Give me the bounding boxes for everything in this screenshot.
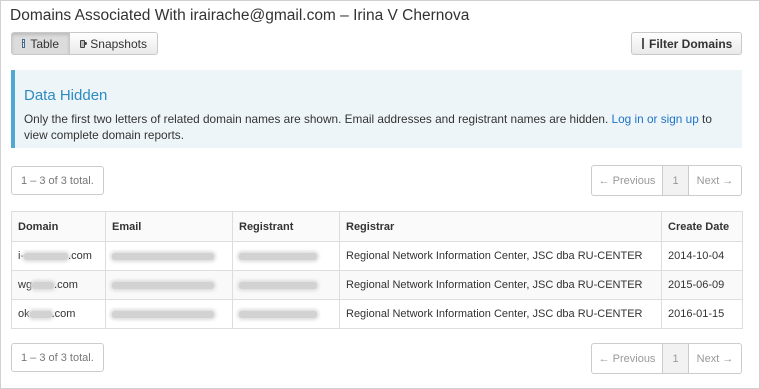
- filter-domains-label: Filter Domains: [649, 36, 733, 51]
- results-count-bottom: 1 – 3 of 3 total.: [11, 343, 104, 372]
- column-header-email[interactable]: Email: [105, 211, 233, 242]
- create-date-cell: 2015-06-09: [661, 270, 743, 300]
- domain-suffix: .com: [54, 279, 78, 291]
- domains-table: Domain Email Registrant Registrar Create…: [11, 211, 743, 329]
- redacted-registrant: [239, 310, 317, 318]
- page-number-button[interactable]: 1: [663, 165, 689, 196]
- table-header-row: Domain Email Registrant Registrar Create…: [11, 211, 743, 242]
- domain-prefix: ok: [18, 308, 30, 320]
- redacted-registrant: [239, 281, 317, 289]
- pagination-top: ← Previous 1 Next →: [591, 165, 742, 196]
- filter-domains-button[interactable]: Filter Domains: [631, 32, 742, 55]
- domain-suffix: .com: [68, 250, 92, 262]
- previous-page-button[interactable]: ← Previous: [591, 165, 663, 196]
- alert-body: Only the first two letters of related do…: [24, 111, 714, 143]
- create-date-cell: 2016-01-15: [661, 299, 743, 329]
- redacted-email: [112, 252, 214, 260]
- page-title: Domains Associated With irairache@gmail.…: [10, 7, 470, 24]
- redacted-domain: [29, 310, 52, 318]
- domain-cell[interactable]: wg .com: [11, 270, 106, 300]
- domain-prefix: wg: [18, 279, 33, 291]
- snapshots-view-label: Snapshots: [90, 36, 147, 51]
- registrant-cell: [232, 299, 340, 329]
- snapshots-view-button[interactable]: Snapshots: [70, 32, 158, 55]
- redacted-registrant: [239, 252, 317, 260]
- next-page-button[interactable]: Next →: [689, 165, 742, 196]
- table-view-button[interactable]: Table: [11, 32, 70, 55]
- filter-icon: [642, 38, 644, 49]
- column-header-domain[interactable]: Domain: [11, 211, 106, 242]
- email-cell: [105, 299, 233, 329]
- email-cell: [105, 241, 233, 271]
- redacted-email: [112, 281, 214, 289]
- alert-title: Data Hidden: [24, 87, 108, 104]
- table-row: i- .com Regional Network Information Cent…: [11, 241, 743, 271]
- email-cell: [105, 270, 233, 300]
- registrant-cell: [232, 241, 340, 271]
- registrar-cell: Regional Network Information Center, JSC…: [339, 299, 662, 329]
- alert-text-before: Only the first two letters of related do…: [24, 112, 612, 126]
- previous-page-button[interactable]: ← Previous: [591, 343, 663, 374]
- registrar-cell: Regional Network Information Center, JSC…: [339, 241, 662, 271]
- registrar-cell: Regional Network Information Center, JSC…: [339, 270, 662, 300]
- page-number-button[interactable]: 1: [663, 343, 689, 374]
- redacted-email: [112, 310, 214, 318]
- redacted-domain: [24, 252, 69, 260]
- table-view-label: Table: [30, 36, 59, 51]
- pagination-bottom: ← Previous 1 Next →: [591, 343, 742, 374]
- results-count-top: 1 – 3 of 3 total.: [11, 166, 104, 195]
- domain-cell[interactable]: i- .com: [11, 241, 106, 271]
- column-header-registrar[interactable]: Registrar: [339, 211, 662, 242]
- domain-suffix: .com: [51, 308, 76, 320]
- table-row: wg .com Regional Network Information Cent…: [11, 270, 743, 300]
- column-header-create-date[interactable]: Create Date: [661, 211, 743, 242]
- registrant-cell: [232, 270, 340, 300]
- login-signup-link[interactable]: Log in or sign up: [612, 112, 699, 126]
- camera-icon: [80, 39, 88, 48]
- redacted-domain: [32, 281, 55, 289]
- table-row: ok .com Regional Network Information Cent…: [11, 299, 743, 329]
- data-hidden-alert: Data Hidden Only the first two letters o…: [11, 70, 742, 148]
- table-icon: [22, 39, 26, 48]
- create-date-cell: 2014-10-04: [661, 241, 743, 271]
- next-page-button[interactable]: Next →: [689, 343, 742, 374]
- column-header-registrant[interactable]: Registrant: [232, 211, 340, 242]
- domain-cell[interactable]: ok .com: [11, 299, 106, 329]
